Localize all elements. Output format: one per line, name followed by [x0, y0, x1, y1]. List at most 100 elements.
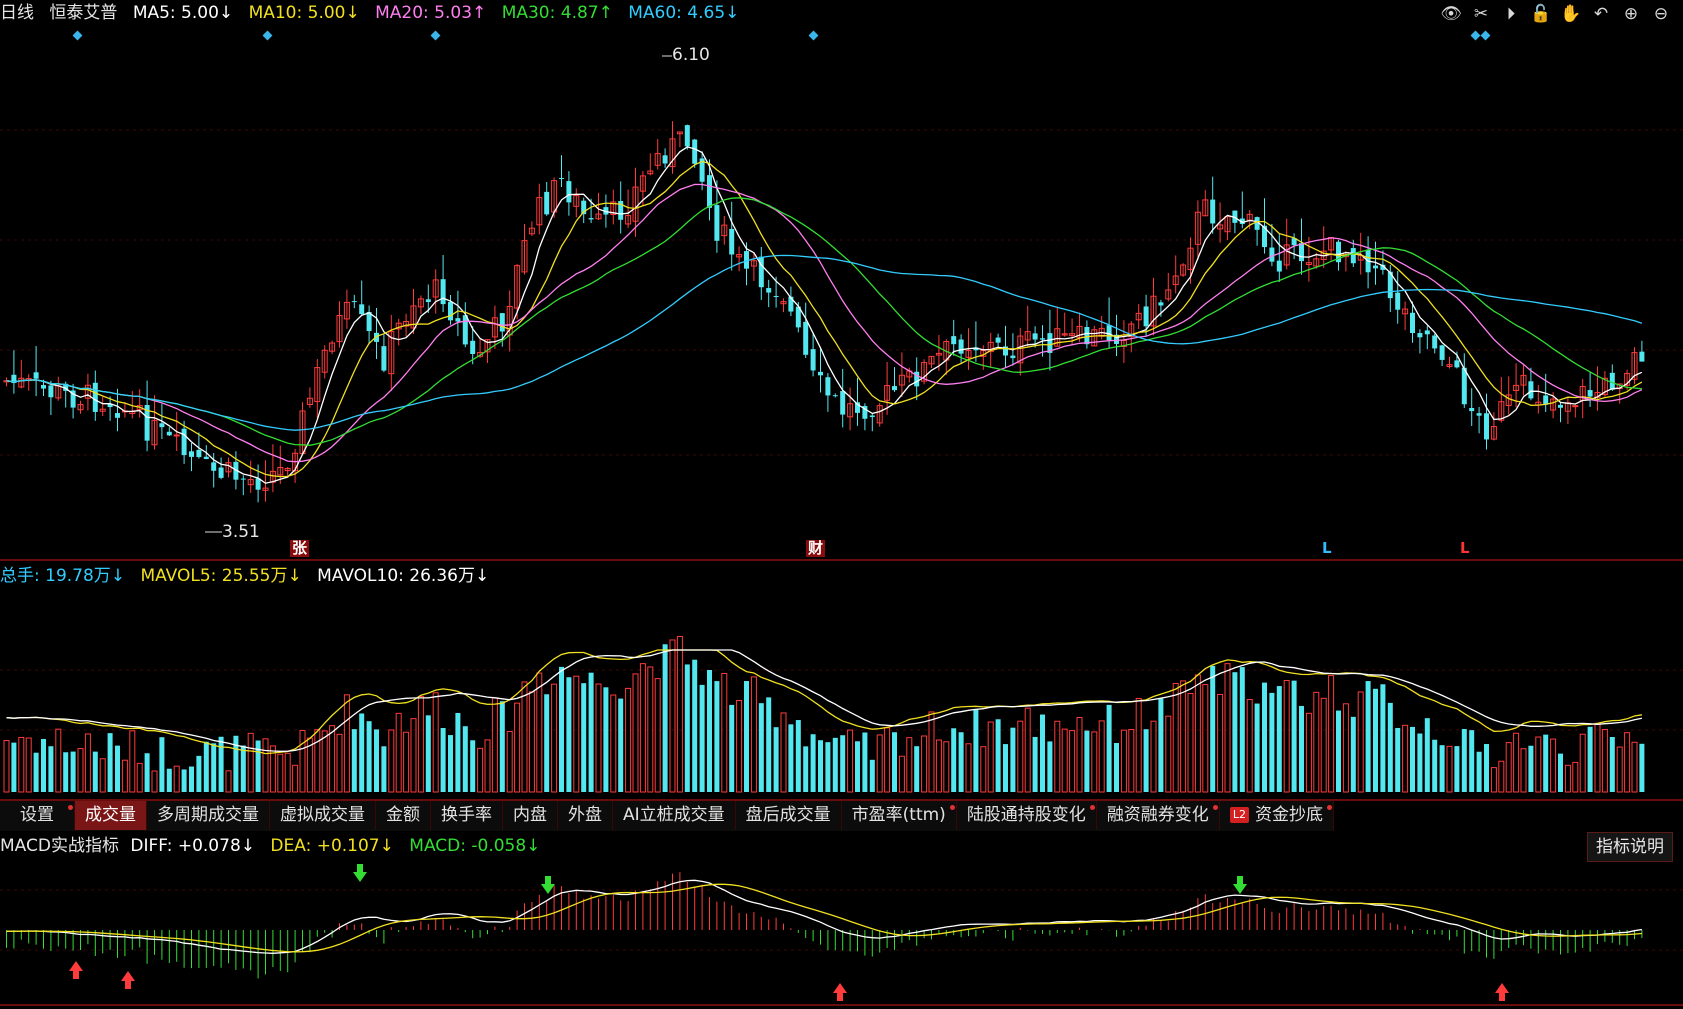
volume-bar — [669, 639, 676, 793]
volume-bar — [1439, 745, 1445, 792]
candle-body — [995, 337, 1001, 343]
candle-body — [951, 336, 957, 345]
volume-bar — [639, 663, 646, 793]
volume-bar — [3, 740, 10, 793]
volume-bar — [432, 692, 439, 793]
volume-bar — [1143, 729, 1149, 792]
volume-bar — [1076, 716, 1083, 793]
volume-bar — [521, 681, 528, 793]
tab-virtual-volume[interactable]: 虚拟成交量 — [270, 801, 376, 830]
indicator-tabbar: 设置 成交量 多周期成交量 虚拟成交量 金额 换手率 内盘 外盘 AI立桩成交量… — [0, 801, 1334, 831]
tab-northbound-holding[interactable]: 陆股通持股变化 — [957, 801, 1097, 830]
volume-bar — [336, 733, 343, 793]
volume-bar — [470, 740, 476, 792]
volume-bar — [906, 737, 913, 793]
candle-body — [1469, 408, 1475, 412]
volume-bar — [1417, 733, 1423, 792]
tab-margin-trading[interactable]: 融资融券变化 — [1097, 801, 1220, 830]
candle-body — [1476, 413, 1482, 416]
marker-l-blue[interactable]: L — [1320, 540, 1334, 557]
buy-arrow-icon — [833, 983, 847, 1001]
tab-settings[interactable]: 设置 — [0, 801, 75, 830]
volume-bar — [1069, 730, 1076, 793]
volume-bar — [211, 743, 217, 792]
tab-bottom-fishing[interactable]: L2 资金抄底 — [1220, 801, 1334, 830]
volume-bar — [662, 644, 668, 792]
volume-bar — [107, 733, 113, 792]
candle-body — [714, 205, 720, 241]
notice-dot — [1326, 805, 1332, 810]
candle-body — [166, 431, 172, 436]
volume-bar — [1454, 746, 1460, 792]
volume-bar — [277, 753, 284, 793]
volume-bar — [1202, 684, 1209, 793]
volume-bar — [129, 730, 136, 793]
volume-bar — [247, 732, 254, 793]
volume-bar — [506, 730, 513, 793]
volume-bar — [987, 721, 994, 793]
volume-bar — [1587, 726, 1593, 792]
volume-bar — [618, 698, 624, 792]
volume-bar — [440, 728, 446, 792]
marker-cai[interactable]: 财 — [806, 540, 826, 557]
volume-bar — [1010, 727, 1016, 792]
volume-bar — [314, 729, 321, 793]
volume-bar — [1535, 736, 1542, 793]
volume-bar — [692, 659, 698, 792]
volume-bar — [958, 732, 964, 792]
volume-bar — [1579, 733, 1586, 793]
candle-body — [440, 279, 446, 305]
marker-l-red[interactable]: L — [1458, 540, 1472, 557]
volume-bar — [1172, 682, 1179, 793]
volume-bar — [1032, 736, 1038, 792]
tab-inner-volume[interactable]: 内盘 — [503, 801, 558, 830]
tab-pe-ttm[interactable]: 市盈率(ttm) — [842, 801, 957, 830]
volume-bar — [736, 699, 743, 793]
volume-bar — [121, 759, 128, 793]
high-price-label: 6.10 — [672, 45, 710, 65]
tab-turnover-rate[interactable]: 换手率 — [431, 801, 503, 830]
volume-bar — [166, 768, 172, 792]
volume-bar — [1484, 744, 1489, 792]
indicator-explain-button[interactable]: 指标说明 — [1587, 832, 1673, 862]
volume-bar — [995, 719, 1001, 792]
candle-body — [1609, 372, 1615, 390]
volume-bar — [1224, 663, 1231, 793]
tab-multi-period-volume[interactable]: 多周期成交量 — [147, 801, 270, 830]
volume-bar — [1594, 722, 1601, 793]
tab-volume[interactable]: 成交量 — [75, 801, 147, 830]
candle-body — [381, 346, 387, 371]
volume-bar — [840, 735, 846, 792]
volume-bar — [1084, 730, 1090, 792]
volume-bar — [1054, 720, 1061, 793]
volume-bar — [581, 683, 587, 792]
l2-badge: L2 — [1229, 807, 1249, 823]
volume-bar — [625, 687, 632, 793]
volume-bar — [343, 694, 350, 793]
volume-bar — [203, 741, 209, 792]
volume-bar — [699, 684, 705, 792]
volume-bar — [395, 712, 402, 793]
candle-body — [48, 385, 54, 398]
volume-bar — [892, 732, 897, 792]
volume-bar — [1365, 681, 1371, 792]
volume-bar — [647, 666, 654, 793]
candle-body — [1210, 199, 1216, 224]
candle-body — [351, 301, 357, 303]
candle-body — [869, 415, 875, 418]
candle-body — [255, 478, 261, 490]
diff-line — [6, 879, 1643, 954]
tab-amount[interactable]: 金额 — [376, 801, 431, 830]
volume-bar — [1305, 712, 1312, 793]
volume-bar — [11, 742, 17, 792]
tab-ai-pile-volume[interactable]: AI立桩成交量 — [613, 801, 736, 830]
mavol5-label: MAVOL5: 25.55万↓ — [140, 566, 302, 586]
volume-bar — [1194, 674, 1201, 793]
tab-outer-volume[interactable]: 外盘 — [558, 801, 613, 830]
candle-body — [455, 318, 461, 322]
marker-zhang[interactable]: 张 — [290, 540, 310, 557]
candle-body — [218, 467, 224, 478]
tab-after-hours-volume[interactable]: 盘后成交量 — [736, 801, 842, 830]
candle-body — [1158, 302, 1164, 306]
candle-body — [1032, 333, 1038, 340]
